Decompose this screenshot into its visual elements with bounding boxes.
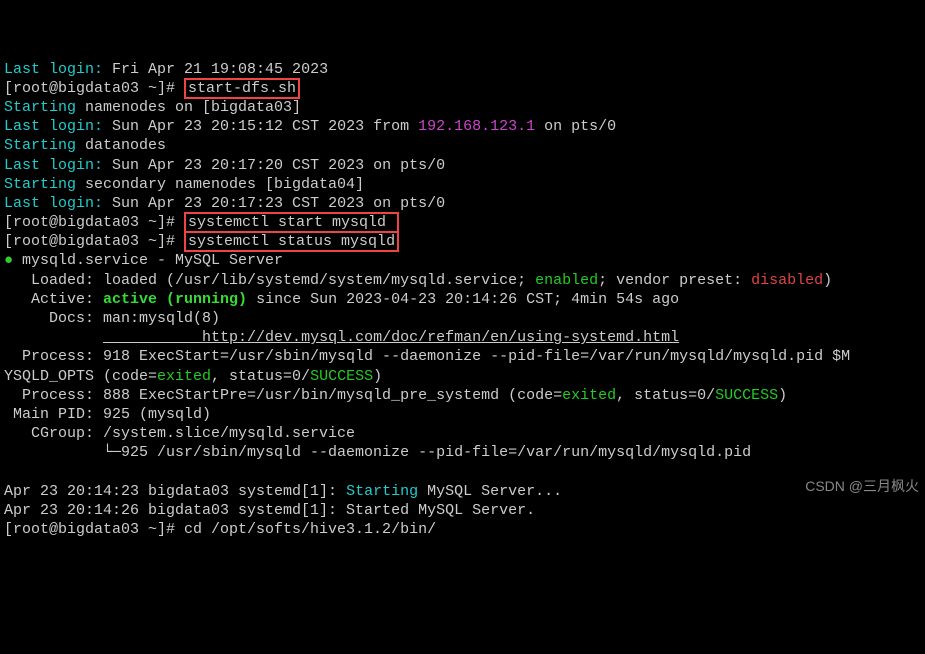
paren-close: ) bbox=[823, 272, 832, 289]
starting-label: Starting bbox=[4, 137, 76, 154]
prompt: [root@bigdata03 ~]# bbox=[4, 214, 184, 231]
vendor-preset-text: ; vendor preset: bbox=[598, 272, 751, 289]
exited-text: exited bbox=[562, 387, 616, 404]
highlighted-command-2: systemctl start mysqld bbox=[184, 212, 399, 233]
loaded-line: Loaded: loaded (/usr/lib/systemd/system/… bbox=[4, 272, 535, 289]
status-sep: , status=0/ bbox=[211, 368, 310, 385]
main-pid-line: Main PID: 925 (mysqld) bbox=[4, 406, 211, 423]
exited-text: exited bbox=[157, 368, 211, 385]
status-sep: , status=0/ bbox=[616, 387, 715, 404]
active-since: since Sun 2023-04-23 20:14:26 CST; 4min … bbox=[247, 291, 679, 308]
docs-url: http://dev.mysql.com/doc/refman/en/using… bbox=[103, 329, 679, 346]
process-line-2: Process: 888 ExecStartPre=/usr/bin/mysql… bbox=[4, 387, 562, 404]
terminal-output[interactable]: Last login: Fri Apr 21 19:08:45 2023 [ro… bbox=[4, 60, 921, 540]
prompt: [root@bigdata03 ~]# bbox=[4, 80, 184, 97]
highlighted-command-3: systemctl status mysqld bbox=[184, 231, 399, 252]
last-login-label: Last login: bbox=[4, 195, 103, 212]
last-login-label: Last login: bbox=[4, 157, 103, 174]
paren-close: ) bbox=[778, 387, 787, 404]
service-name: mysqld.service - MySQL Server bbox=[13, 252, 283, 269]
last-login-text: Sun Apr 23 20:17:23 CST 2023 on pts/0 bbox=[103, 195, 445, 212]
disabled-text: disabled bbox=[751, 272, 823, 289]
last-login-text: Sun Apr 23 20:15:12 CST 2023 from bbox=[103, 118, 418, 135]
last-login-text: Sun Apr 23 20:17:20 CST 2023 on pts/0 bbox=[103, 157, 445, 174]
journal-text: MySQL Server... bbox=[418, 483, 562, 500]
process-line-1a: Process: 918 ExecStart=/usr/sbin/mysqld … bbox=[4, 348, 850, 365]
starting-label: Starting bbox=[346, 483, 418, 500]
starting-label: Starting bbox=[4, 176, 76, 193]
ip-address: 192.168.123.1 bbox=[418, 118, 535, 135]
enabled-text: enabled bbox=[535, 272, 598, 289]
starting-label: Starting bbox=[4, 99, 76, 116]
paren-close: ) bbox=[373, 368, 382, 385]
success-text: SUCCESS bbox=[310, 368, 373, 385]
success-text: SUCCESS bbox=[715, 387, 778, 404]
watermark: CSDN @三月枫火 bbox=[805, 478, 919, 496]
pts-text: on pts/0 bbox=[535, 118, 616, 135]
journal-line: Apr 23 20:14:26 bigdata03 systemd[1]: St… bbox=[4, 502, 535, 519]
cgroup-line: CGroup: /system.slice/mysqld.service bbox=[4, 425, 355, 442]
last-login-value: Fri Apr 21 19:08:45 2023 bbox=[103, 61, 328, 78]
process-line-1b: YSQLD_OPTS (code= bbox=[4, 368, 157, 385]
last-login-label: Last login: bbox=[4, 118, 103, 135]
highlighted-command-1: start-dfs.sh bbox=[184, 78, 300, 99]
cgroup-child-line: └─925 /usr/sbin/mysqld --daemonize --pid… bbox=[4, 444, 751, 461]
prompt-cd: [root@bigdata03 ~]# cd /opt/softs/hive3.… bbox=[4, 521, 436, 538]
status-bullet-icon: ● bbox=[4, 252, 13, 269]
starting-text: secondary namenodes [bigdata04] bbox=[76, 176, 364, 193]
starting-text: namenodes on [bigdata03] bbox=[76, 99, 301, 116]
active-label: Active: bbox=[4, 291, 103, 308]
docs-line: Docs: man:mysqld(8) bbox=[4, 310, 220, 327]
prompt: [root@bigdata03 ~]# bbox=[4, 233, 184, 250]
docs-padding bbox=[4, 329, 103, 346]
last-login-label: Last login: bbox=[4, 61, 103, 78]
journal-line: Apr 23 20:14:23 bigdata03 systemd[1]: bbox=[4, 483, 346, 500]
active-running: active (running) bbox=[103, 291, 247, 308]
starting-text: datanodes bbox=[76, 137, 166, 154]
